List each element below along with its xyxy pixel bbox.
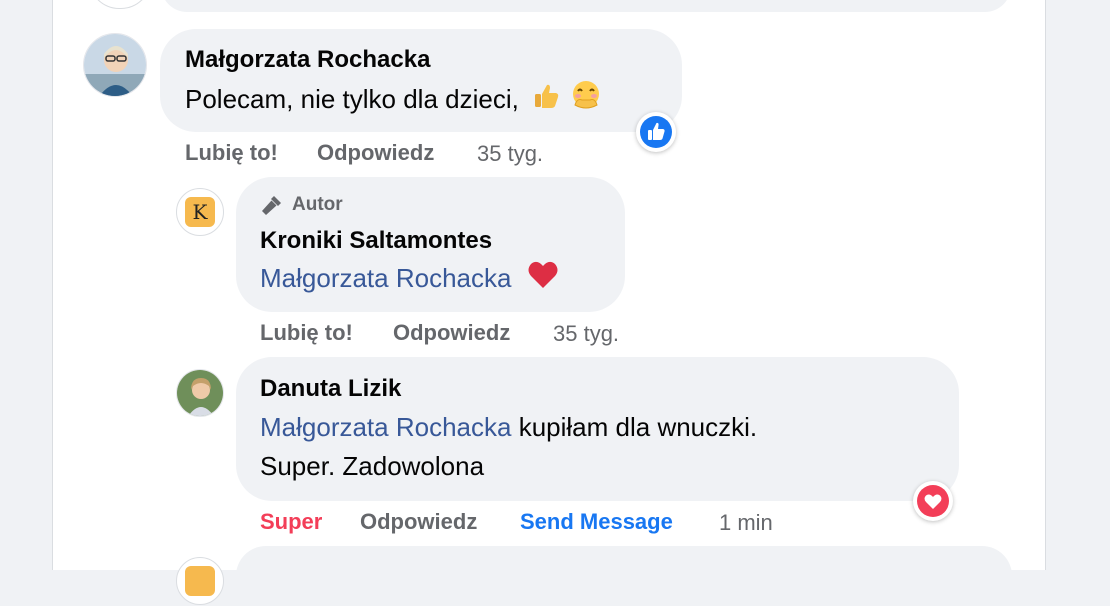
comment-text: Polecam, nie tylko dla dzieci,: [185, 83, 519, 114]
comments-panel: Małgorzata Rochacka Polecam, nie tylko d…: [52, 0, 1046, 606]
mention-link[interactable]: Małgorzata Rochacka: [260, 412, 511, 442]
previous-comment-avatar: [89, 0, 151, 9]
red-heart-icon: [527, 260, 559, 300]
composer-avatar: [176, 557, 224, 605]
mention-link[interactable]: Małgorzata Rochacka: [260, 263, 511, 293]
author-badge-label: Autor: [292, 194, 343, 215]
comment-author[interactable]: Danuta Lizik: [260, 375, 401, 403]
reply-button[interactable]: Odpowiedz: [317, 140, 434, 166]
previous-comment-bubble: [161, 0, 1011, 12]
comment-text: kupiłam dla wnuczki.: [518, 412, 758, 442]
comment-text-row: Polecam, nie tylko dla dzieci,: [185, 79, 603, 123]
reply-input[interactable]: [236, 546, 1012, 606]
like-button[interactable]: Lubię to!: [185, 140, 278, 166]
comment-timestamp[interactable]: 35 tyg.: [477, 141, 543, 167]
comment-text-row: Małgorzata Rochacka: [260, 259, 559, 300]
microphone-icon: [262, 196, 281, 215]
send-message-button[interactable]: Send Message: [520, 509, 673, 535]
user-photo-icon: [84, 34, 146, 96]
page-avatar[interactable]: K: [176, 188, 224, 236]
smiling-face-with-hand-over-mouth-icon: [569, 79, 603, 123]
page-logo-icon: K: [185, 197, 215, 227]
comment-timestamp[interactable]: 1 min: [719, 510, 773, 536]
love-reaction-icon[interactable]: [913, 481, 953, 521]
super-reaction-button[interactable]: Super: [260, 509, 322, 535]
user-photo-icon: [177, 370, 223, 416]
comment-author[interactable]: Kroniki Saltamontes: [260, 227, 492, 255]
like-button[interactable]: Lubię to!: [260, 320, 353, 346]
avatar[interactable]: [176, 369, 224, 417]
thumbs-up-icon: [532, 82, 560, 120]
reply-button[interactable]: Odpowiedz: [360, 509, 477, 535]
comment-author[interactable]: Małgorzata Rochacka: [185, 46, 430, 74]
comment-text-line-2: Super. Zadowolona: [260, 451, 485, 481]
comment-timestamp[interactable]: 35 tyg.: [553, 321, 619, 347]
author-badge: Autor: [260, 192, 343, 218]
reply-button[interactable]: Odpowiedz: [393, 320, 510, 346]
avatar[interactable]: [83, 33, 147, 97]
comment-text-line-1: Małgorzata Rochacka kupiłam dla wnuczki.: [260, 408, 757, 446]
like-reaction-icon[interactable]: [636, 112, 676, 152]
